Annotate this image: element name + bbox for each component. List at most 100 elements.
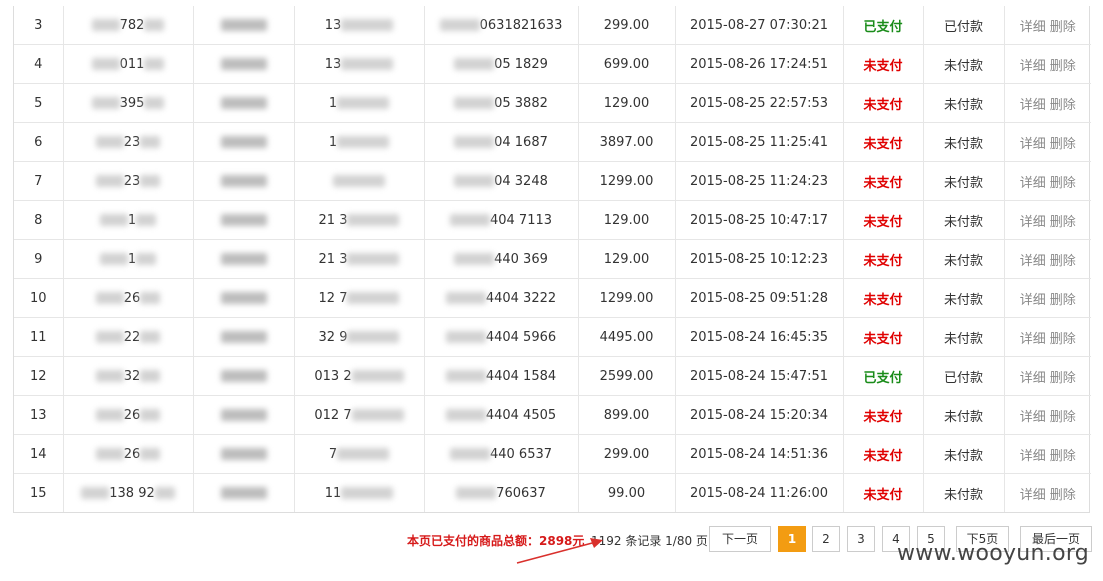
redacted-text — [220, 409, 267, 421]
order-number-cell: 440 369 — [424, 239, 579, 279]
next-page-button[interactable]: 下一页 — [709, 526, 771, 552]
user-id-visible: 23 — [123, 134, 141, 150]
redacted-text — [351, 409, 404, 421]
redacted-text — [347, 331, 400, 343]
payment-state-cell: 未付款 — [923, 161, 1005, 201]
detail-link[interactable]: 详细 — [1020, 449, 1046, 464]
redacted-text — [220, 487, 267, 499]
table-row: 3 782 13 0631821633 299.00 2015-08-27 07:30:2… — [14, 6, 1091, 45]
user-id-cell: 23 — [63, 122, 194, 162]
actions-cell: 详细 删除 — [1004, 44, 1091, 84]
payment-status-cell: 未支付 — [843, 161, 924, 201]
amount-cell: 129.00 — [578, 239, 676, 279]
redacted-text — [333, 175, 385, 187]
delete-link[interactable]: 删除 — [1050, 20, 1076, 35]
delete-link[interactable]: 删除 — [1050, 293, 1076, 308]
customer-name-cell — [193, 317, 295, 357]
detail-link[interactable]: 详细 — [1020, 488, 1046, 503]
customer-name-cell — [193, 122, 295, 162]
redacted-text — [220, 97, 267, 109]
amount-cell: 4495.00 — [578, 317, 676, 357]
detail-link[interactable]: 详细 — [1020, 137, 1046, 152]
delete-link[interactable]: 删除 — [1050, 254, 1076, 269]
delete-link[interactable]: 删除 — [1050, 98, 1076, 113]
order-number-visible: 760637 — [496, 485, 546, 501]
phone-visible: 13 — [324, 17, 342, 33]
delete-link[interactable]: 删除 — [1050, 176, 1076, 191]
user-id-visible: 782 — [119, 17, 145, 33]
detail-link[interactable]: 详细 — [1020, 254, 1046, 269]
redacted-text — [140, 292, 161, 304]
order-number-cell: 04 3248 — [424, 161, 579, 201]
order-time-cell: 2015-08-24 15:20:34 — [675, 395, 844, 435]
redacted-text — [341, 58, 394, 70]
order-time-cell: 2015-08-24 11:26:00 — [675, 473, 844, 512]
page-button-3[interactable]: 3 — [847, 526, 875, 552]
payment-state-cell: 未付款 — [923, 83, 1005, 123]
table-row: 10 26 12 7 4404 3222 1299.00 2015-08-25 09:51… — [14, 278, 1091, 318]
payment-state-cell: 未付款 — [923, 200, 1005, 240]
user-id-cell: 011 — [63, 44, 194, 84]
user-id-visible: 22 — [123, 329, 141, 345]
delete-link[interactable]: 删除 — [1050, 410, 1076, 425]
detail-link[interactable]: 详细 — [1020, 59, 1046, 74]
user-id-visible: 011 — [119, 56, 145, 72]
redacted-text — [445, 370, 486, 382]
detail-link[interactable]: 详细 — [1020, 293, 1046, 308]
delete-link[interactable]: 删除 — [1050, 137, 1076, 152]
table-row: 5 395 1 05 3882 129.00 2015-08-25 22:57:53 未支付… — [14, 83, 1091, 123]
amount-cell: 99.00 — [578, 473, 676, 512]
redacted-text — [95, 331, 124, 343]
detail-link[interactable]: 详细 — [1020, 98, 1046, 113]
redacted-text — [347, 292, 400, 304]
actions-cell: 详细 删除 — [1004, 474, 1091, 513]
amount-cell: 299.00 — [578, 6, 676, 45]
delete-link[interactable]: 删除 — [1050, 449, 1076, 464]
user-id-visible: 32 — [123, 368, 141, 384]
amount-cell: 2599.00 — [578, 356, 676, 396]
delete-link[interactable]: 删除 — [1050, 332, 1076, 347]
detail-link[interactable]: 详细 — [1020, 371, 1046, 386]
delete-link[interactable]: 删除 — [1050, 215, 1076, 230]
redacted-text — [220, 331, 267, 343]
delete-link[interactable]: 删除 — [1050, 488, 1076, 503]
actions-cell: 详细 删除 — [1004, 122, 1091, 162]
redacted-text — [449, 214, 490, 226]
detail-link[interactable]: 详细 — [1020, 215, 1046, 230]
table-row: 7 23 04 3248 1299.00 2015-08-25 11:24:23 未支付未… — [14, 161, 1091, 201]
amount-cell: 899.00 — [578, 395, 676, 435]
page-button-2[interactable]: 2 — [812, 526, 840, 552]
redacted-text — [220, 214, 267, 226]
order-number-visible: 04 1687 — [494, 134, 548, 150]
order-time-cell: 2015-08-24 15:47:51 — [675, 356, 844, 396]
order-time-cell: 2015-08-25 22:57:53 — [675, 83, 844, 123]
user-id-cell: 26 — [63, 278, 194, 318]
orders-table-body: 3 782 13 0631821633 299.00 2015-08-27 07:30:2… — [14, 6, 1091, 512]
payment-state-cell: 未付款 — [923, 44, 1005, 84]
table-row: 14 26 7 440 6537 299.00 2015-08-24 14:51:36 未… — [14, 434, 1091, 474]
table-row: 15 138 92 11 760637 99.00 2015-08-24 11:26:00… — [14, 473, 1091, 513]
row-number-cell: 4 — [14, 44, 64, 84]
detail-link[interactable]: 详细 — [1020, 176, 1046, 191]
delete-link[interactable]: 删除 — [1050, 59, 1076, 74]
watermark-text: www.wooyun.org — [897, 541, 1090, 566]
user-id-cell: 23 — [63, 161, 194, 201]
order-number-cell: 0631821633 — [424, 6, 579, 45]
table-row: 12 32 013 2 4404 1584 2599.00 2015-08-24 15:4… — [14, 356, 1091, 396]
user-id-cell: 26 — [63, 395, 194, 435]
phone-visible: 012 7 — [314, 407, 352, 423]
page-button-1[interactable]: 1 — [778, 526, 806, 552]
redacted-text — [220, 253, 267, 265]
detail-link[interactable]: 详细 — [1020, 410, 1046, 425]
table-row: 6 23 1 04 1687 3897.00 2015-08-25 11:25:41 未支付… — [14, 122, 1091, 162]
user-id-cell: 32 — [63, 356, 194, 396]
delete-link[interactable]: 删除 — [1050, 371, 1076, 386]
detail-link[interactable]: 详细 — [1020, 332, 1046, 347]
orders-table-container: 3 782 13 0631821633 299.00 2015-08-27 07:30:2… — [13, 6, 1091, 513]
redacted-text — [91, 97, 120, 109]
detail-link[interactable]: 详细 — [1020, 20, 1046, 35]
redacted-text — [81, 487, 110, 499]
phone-cell: 21 3 — [294, 239, 425, 279]
phone-cell: 12 7 — [294, 278, 425, 318]
redacted-text — [95, 175, 124, 187]
